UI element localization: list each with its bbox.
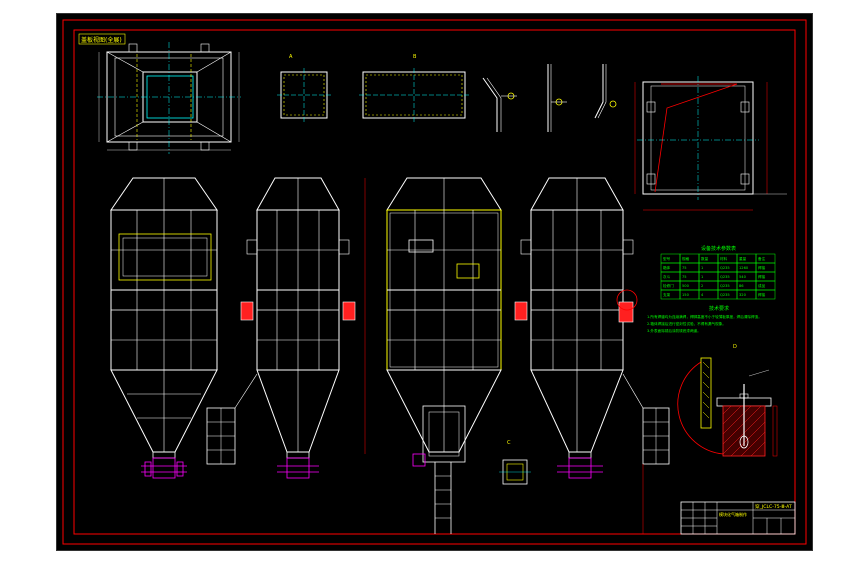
elevation-view-3 — [386, 177, 502, 534]
note-line-1: 1.所有焊缝均为连续满焊，焊脚高度不小于较薄板厚度，焊后清除焊渣。 — [647, 314, 762, 319]
detail-plate-a: A — [277, 54, 331, 122]
table-cell: 320 — [739, 293, 747, 297]
table-cell: 75 — [682, 266, 687, 270]
elevation-view-1 — [110, 177, 218, 479]
table-cell: 焊接 — [758, 292, 766, 297]
table-cell: 成品 — [758, 283, 766, 288]
table-cell: 型号 — [663, 256, 671, 261]
table-cell: 重量 — [739, 256, 747, 261]
table-cell: 150 — [682, 293, 690, 297]
table-cell: Q235 — [720, 266, 730, 270]
anchor-bolt-detail: D — [677, 344, 778, 457]
inner-sheet-border — [73, 29, 796, 535]
title-block-code: 穿_JCLC-75-Ⅲ-AT — [755, 503, 792, 510]
table-cell: 材料 — [720, 256, 728, 261]
table-cell: 规格 — [682, 256, 690, 261]
table-cell: 1260 — [739, 266, 749, 270]
detail-label-a: A — [289, 54, 293, 60]
drawing-sheet[interactable]: 盖板视图(全展) A B C 设备技术参数表 型号 规格 数量 材料 重量 备注… — [56, 13, 813, 551]
elevation-view-2 — [206, 177, 366, 479]
section-detail-small: C — [499, 440, 531, 485]
table-cell: 75 — [682, 275, 687, 279]
table-cell: 支架 — [663, 292, 671, 297]
view-label-top-left: 盖板视图(全展) — [81, 36, 122, 44]
notes-title: 技术要求 — [709, 305, 729, 312]
table-cell: Q235 — [720, 293, 730, 297]
table-cell: 86 — [739, 284, 744, 288]
table-cell: 焊接 — [758, 265, 766, 270]
table-cell: 检修门 — [663, 283, 674, 288]
bracket-details — [482, 64, 617, 132]
table-cell: Q235 — [720, 284, 730, 288]
table-cell: 4 — [701, 293, 704, 297]
note-line-3: 3.外表面除锈后涂防锈底漆两道。 — [647, 328, 701, 333]
cad-viewport[interactable]: 盖板视图(全展) A B C 设备技术参数表 型号 规格 数量 材料 重量 备注… — [0, 0, 867, 562]
table-cell: Q235 — [720, 275, 730, 279]
table-cell: 备注 — [758, 256, 766, 261]
detail-label-b: B — [413, 54, 417, 60]
elevation-view-4 — [514, 177, 670, 534]
table-cell: 箱体 — [663, 265, 671, 270]
table-cell: 2 — [701, 284, 703, 288]
access-door-detail — [634, 76, 787, 211]
plan-view-cover — [97, 42, 241, 154]
table-cell: 500 — [682, 284, 690, 288]
note-line-2: 2.箱体焊接后进行密封性试验，不得有漏气现象。 — [647, 321, 726, 326]
detail-label-c: C — [507, 440, 511, 446]
technical-notes: 技术要求 1.所有焊缝均为连续满焊，焊脚高度不小于较薄板厚度，焊后清除焊渣。 2… — [647, 305, 762, 333]
table-cell: 焊接 — [758, 274, 766, 279]
cad-drawing-canvas[interactable]: 盖板视图(全展) A B C 设备技术参数表 型号 规格 数量 材料 重量 备注… — [57, 14, 812, 550]
table-cell: 灰斗 — [663, 274, 671, 279]
table-title: 设备技术参数表 — [701, 245, 736, 252]
table-cell: 1 — [701, 275, 703, 279]
title-block-name: 模块化气箱制作 — [719, 511, 747, 517]
table-cell: 1 — [701, 266, 703, 270]
detail-label-d: D — [733, 344, 737, 350]
detail-plate-b: B — [359, 54, 469, 122]
table-cell: 540 — [739, 275, 747, 279]
table-cell: 数量 — [701, 256, 709, 261]
title-block: 穿_JCLC-75-Ⅲ-AT 模块化气箱制作 — [680, 501, 796, 535]
parameter-table: 设备技术参数表 型号 规格 数量 材料 重量 备注箱体 75 1 Q235 1260 焊接灰斗 75 1… — [660, 245, 776, 300]
